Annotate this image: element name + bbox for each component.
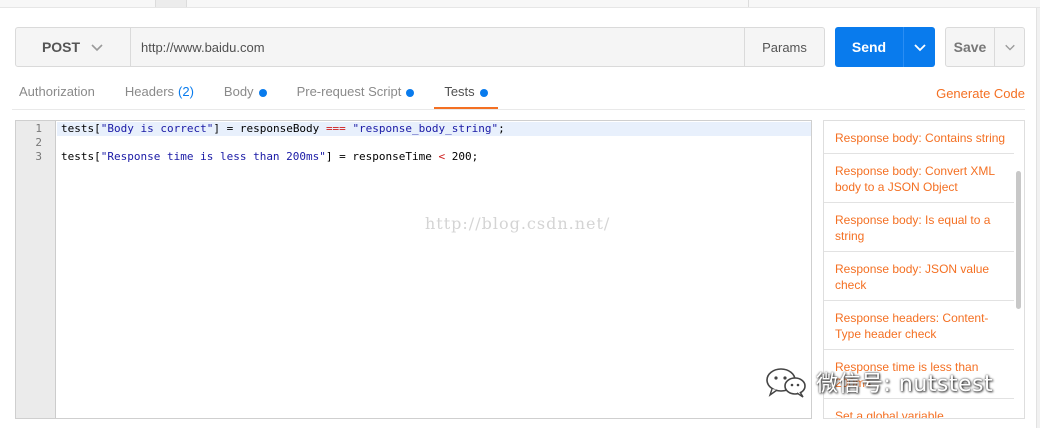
headers-count-badge: (2): [178, 84, 194, 99]
send-button[interactable]: Send: [835, 27, 903, 67]
code-area[interactable]: tests["Body is correct"] = responseBody …: [57, 122, 811, 164]
line-number-gutter: 1 2 3: [16, 121, 56, 418]
wechat-watermark: 微信号: nutstest: [764, 365, 993, 399]
snippet-link[interactable]: Response headers: Content-Type header ch…: [824, 301, 1014, 350]
tab-label: Tests: [444, 84, 475, 99]
code-line[interactable]: tests["Response time is less than 200ms"…: [57, 150, 811, 164]
snippet-link[interactable]: Response body: Convert XML body to a JSO…: [824, 154, 1014, 203]
window-tab-strip: [0, 0, 1040, 8]
watermark-text: http://blog.csdn.net/: [425, 214, 611, 233]
line-number: 2: [35, 136, 42, 149]
tab-indicator-dot: [406, 89, 415, 97]
send-button-group: Send: [835, 27, 935, 67]
code-line[interactable]: ​: [57, 136, 811, 150]
tab-pre-request-script[interactable]: Pre-request Script: [297, 78, 415, 110]
tabs-divider: [12, 109, 1025, 110]
snippet-link[interactable]: Response body: JSON value check: [824, 252, 1014, 301]
tab-label: Body: [223, 84, 254, 99]
chevron-down-icon: [1004, 44, 1015, 51]
generate-code-link[interactable]: Generate Code: [936, 86, 1025, 101]
method-label: POST: [41, 39, 81, 55]
request-url-bar: POST Params: [15, 27, 825, 67]
tests-code-editor[interactable]: 1 2 3 tests["Body is correct"] = respons…: [15, 120, 812, 419]
tab-indicator-dot: [479, 89, 488, 97]
params-button[interactable]: Params: [744, 28, 824, 66]
wechat-icon: [766, 368, 806, 398]
save-options-button[interactable]: [994, 28, 1024, 66]
snippet-link[interactable]: Response body: Contains string: [824, 121, 1014, 154]
tab-label: Headers: [124, 84, 175, 99]
line-number: 3: [35, 150, 42, 163]
snippet-link[interactable]: Response body: Is equal to a string: [824, 203, 1014, 252]
snippets-scrollbar[interactable]: [1016, 171, 1021, 309]
tab-label: Authorization: [19, 84, 95, 99]
request-tabs: Authorization Headers (2) Body Pre-reque…: [12, 78, 518, 110]
tab-divider: [748, 0, 749, 7]
tab-headers[interactable]: Headers (2): [125, 78, 194, 110]
line-number: 1: [35, 122, 42, 135]
url-input[interactable]: [131, 28, 744, 66]
code-line[interactable]: tests["Body is correct"] = responseBody …: [57, 122, 811, 136]
method-dropdown[interactable]: POST: [16, 28, 131, 66]
send-options-button[interactable]: [903, 27, 935, 67]
window-tab[interactable]: [155, 0, 187, 7]
wechat-id-text: 微信号: nutstest: [816, 372, 994, 397]
snippet-link[interactable]: Set a global variable: [824, 399, 1014, 418]
save-button-group: Save: [945, 27, 1025, 67]
chevron-down-icon: [91, 44, 103, 52]
tab-indicator-dot: [258, 89, 267, 97]
tab-label: Pre-request Script: [296, 84, 402, 99]
save-button[interactable]: Save: [946, 28, 994, 66]
tab-authorization[interactable]: Authorization: [12, 78, 95, 110]
tab-body[interactable]: Body: [224, 78, 267, 110]
chevron-down-icon: [913, 44, 926, 52]
window-edge: [1036, 8, 1040, 428]
tab-tests[interactable]: Tests: [434, 78, 499, 110]
